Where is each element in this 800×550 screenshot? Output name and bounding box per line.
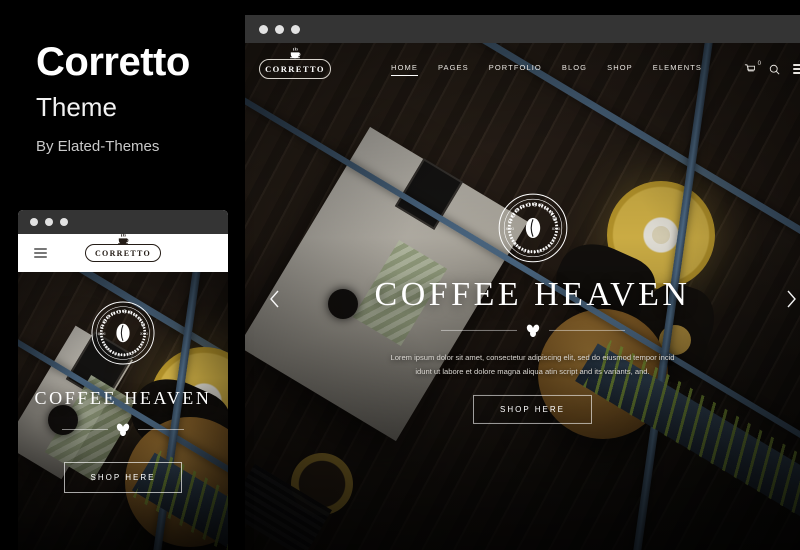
coffee-beans-ornament-icon — [116, 423, 130, 436]
coffee-cup-icon — [118, 233, 129, 245]
shop-here-button[interactable]: SHOP HERE — [473, 395, 592, 425]
desktop-titlebar — [245, 15, 800, 43]
mobile-hero-content: RETROBRAND PREMIUM PRODUCT XXXI XXXI COF… — [18, 272, 228, 550]
hamburger-menu-icon — [793, 64, 800, 74]
chevron-right-icon — [786, 290, 796, 308]
nav-item-portfolio[interactable]: PORTFOLIO — [489, 63, 542, 76]
mobile-titlebar — [18, 210, 228, 234]
svg-text:XXXI: XXXI — [551, 227, 559, 231]
mobile-hero-heading: COFFEE HEAVEN — [34, 388, 212, 408]
page-subtitle: Theme — [36, 92, 117, 122]
menu-button[interactable] — [793, 64, 800, 74]
svg-text:PREMIUM PRODUCT: PREMIUM PRODUCT — [101, 341, 145, 358]
cart-count-badge: 0 — [757, 60, 761, 67]
mobile-hero: RETROBRAND PREMIUM PRODUCT XXXI XXXI COF… — [18, 272, 228, 550]
mobile-shop-here-button[interactable]: SHOP HERE — [63, 462, 183, 493]
site-logo[interactable]: CORRETTO — [259, 47, 331, 79]
close-icon[interactable] — [30, 218, 38, 226]
hero-content: RETROBRAND PREMIUM PRODUCT XXXI XXXI COF… — [245, 174, 800, 425]
nav-item-pages[interactable]: PAGES — [438, 63, 469, 76]
maximize-icon[interactable] — [60, 218, 68, 226]
nav-item-blog[interactable]: BLOG — [562, 63, 587, 76]
site-logo-text: CORRETTO — [265, 64, 325, 74]
hero-divider — [440, 324, 625, 337]
coffee-beans-ornament-icon — [526, 324, 539, 337]
svg-text:XXXI: XXXI — [140, 332, 148, 336]
svg-text:PREMIUM PRODUCT: PREMIUM PRODUCT — [509, 236, 557, 255]
nav-item-home[interactable]: HOME — [391, 63, 418, 76]
hero-heading: COFFEE HEAVEN — [374, 275, 691, 313]
retrobrand-seal-emblem: RETROBRAND PREMIUM PRODUCT XXXI XXXI — [498, 193, 567, 263]
coffee-cup-icon — [290, 47, 301, 59]
mobile-traffic-lights — [30, 218, 68, 226]
nav-item-elements[interactable]: ELEMENTS — [653, 63, 702, 76]
page-title: Corretto — [36, 40, 190, 84]
slider-next-button[interactable] — [778, 282, 800, 316]
desktop-browser-window: RETROBRAND PREMIUM PRODUCT XXXI XXXI COF… — [245, 15, 800, 550]
nav-item-shop[interactable]: SHOP — [607, 63, 633, 76]
desktop-site-viewport: RETROBRAND PREMIUM PRODUCT XXXI XXXI COF… — [245, 43, 800, 550]
search-button[interactable] — [769, 64, 780, 75]
mobile-hero-divider — [62, 423, 184, 436]
mobile-site-logo[interactable]: CORRETTO — [85, 233, 161, 262]
chevron-left-icon — [269, 290, 279, 308]
maximize-icon[interactable] — [291, 24, 300, 34]
search-icon — [769, 64, 780, 74]
hero-description: Lorem ipsum dolor sit amet, consectetur … — [390, 352, 675, 376]
slider-prev-button[interactable] — [261, 282, 287, 316]
minimize-icon[interactable] — [275, 24, 284, 34]
promo-text-block: Corretto Theme By Elated-Themes — [36, 42, 236, 155]
close-icon[interactable] — [259, 24, 268, 34]
mobile-menu-button[interactable] — [34, 248, 47, 258]
svg-text:XXXI: XXXI — [505, 227, 513, 231]
screenshot-stage: Corretto Theme By Elated-Themes RETROBRA… — [0, 0, 800, 550]
header-icon-group: 0 — [744, 61, 800, 75]
svg-text:XXXI: XXXI — [98, 332, 106, 336]
mobile-browser-window: CORRETTO RETROBRAND PREMIUM PRODUCT XXXI… — [18, 210, 228, 550]
theme-author: By Elated-Themes — [36, 138, 160, 155]
hero-slider: RETROBRAND PREMIUM PRODUCT XXXI XXXI COF… — [245, 43, 800, 550]
cart-button[interactable]: 0 — [744, 61, 761, 75]
minimize-icon[interactable] — [45, 218, 53, 226]
retrobrand-seal-emblem: RETROBRAND PREMIUM PRODUCT XXXI XXXI — [91, 301, 155, 365]
mobile-site-header: CORRETTO — [18, 233, 228, 272]
shopping-cart-icon — [744, 63, 755, 71]
main-navigation: HOME PAGES PORTFOLIO BLOG SHOP ELEMENTS … — [391, 61, 800, 76]
site-header: CORRETTO HOME PAGES PORTFOLIO BLOG SHOP … — [245, 43, 800, 95]
window-traffic-lights — [259, 24, 300, 34]
mobile-site-logo-text: CORRETTO — [94, 248, 152, 258]
